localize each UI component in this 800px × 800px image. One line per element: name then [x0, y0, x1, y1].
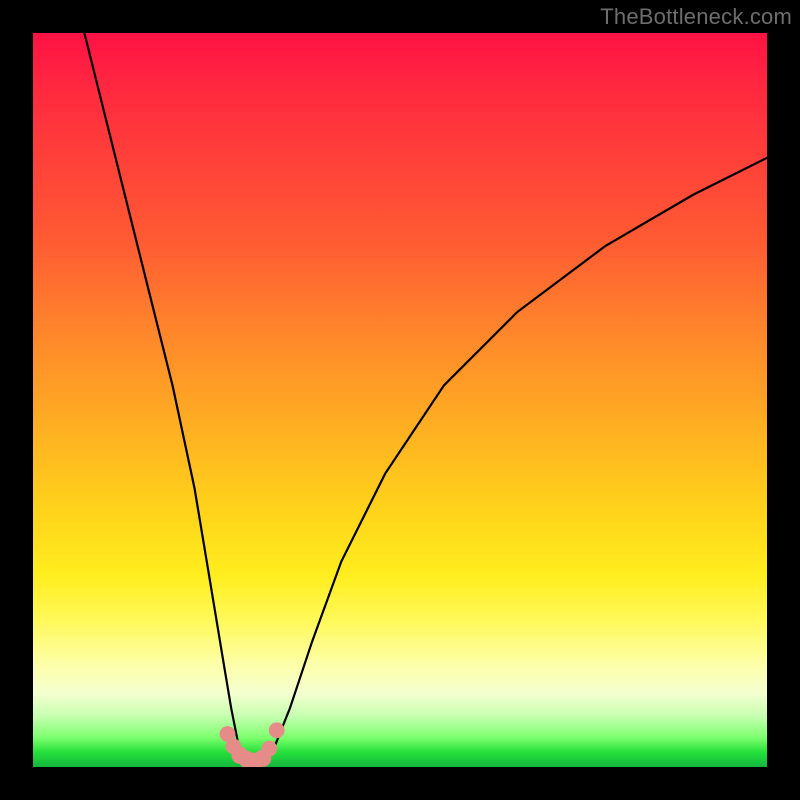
valley-markers	[220, 722, 285, 767]
bottleneck-curve-svg	[33, 33, 767, 767]
plot-area	[33, 33, 767, 767]
valley-point	[269, 722, 285, 738]
valley-point	[261, 741, 277, 757]
watermark-text: TheBottleneck.com	[600, 4, 792, 30]
chart-frame: TheBottleneck.com	[0, 0, 800, 800]
bottleneck-curve	[84, 33, 767, 767]
